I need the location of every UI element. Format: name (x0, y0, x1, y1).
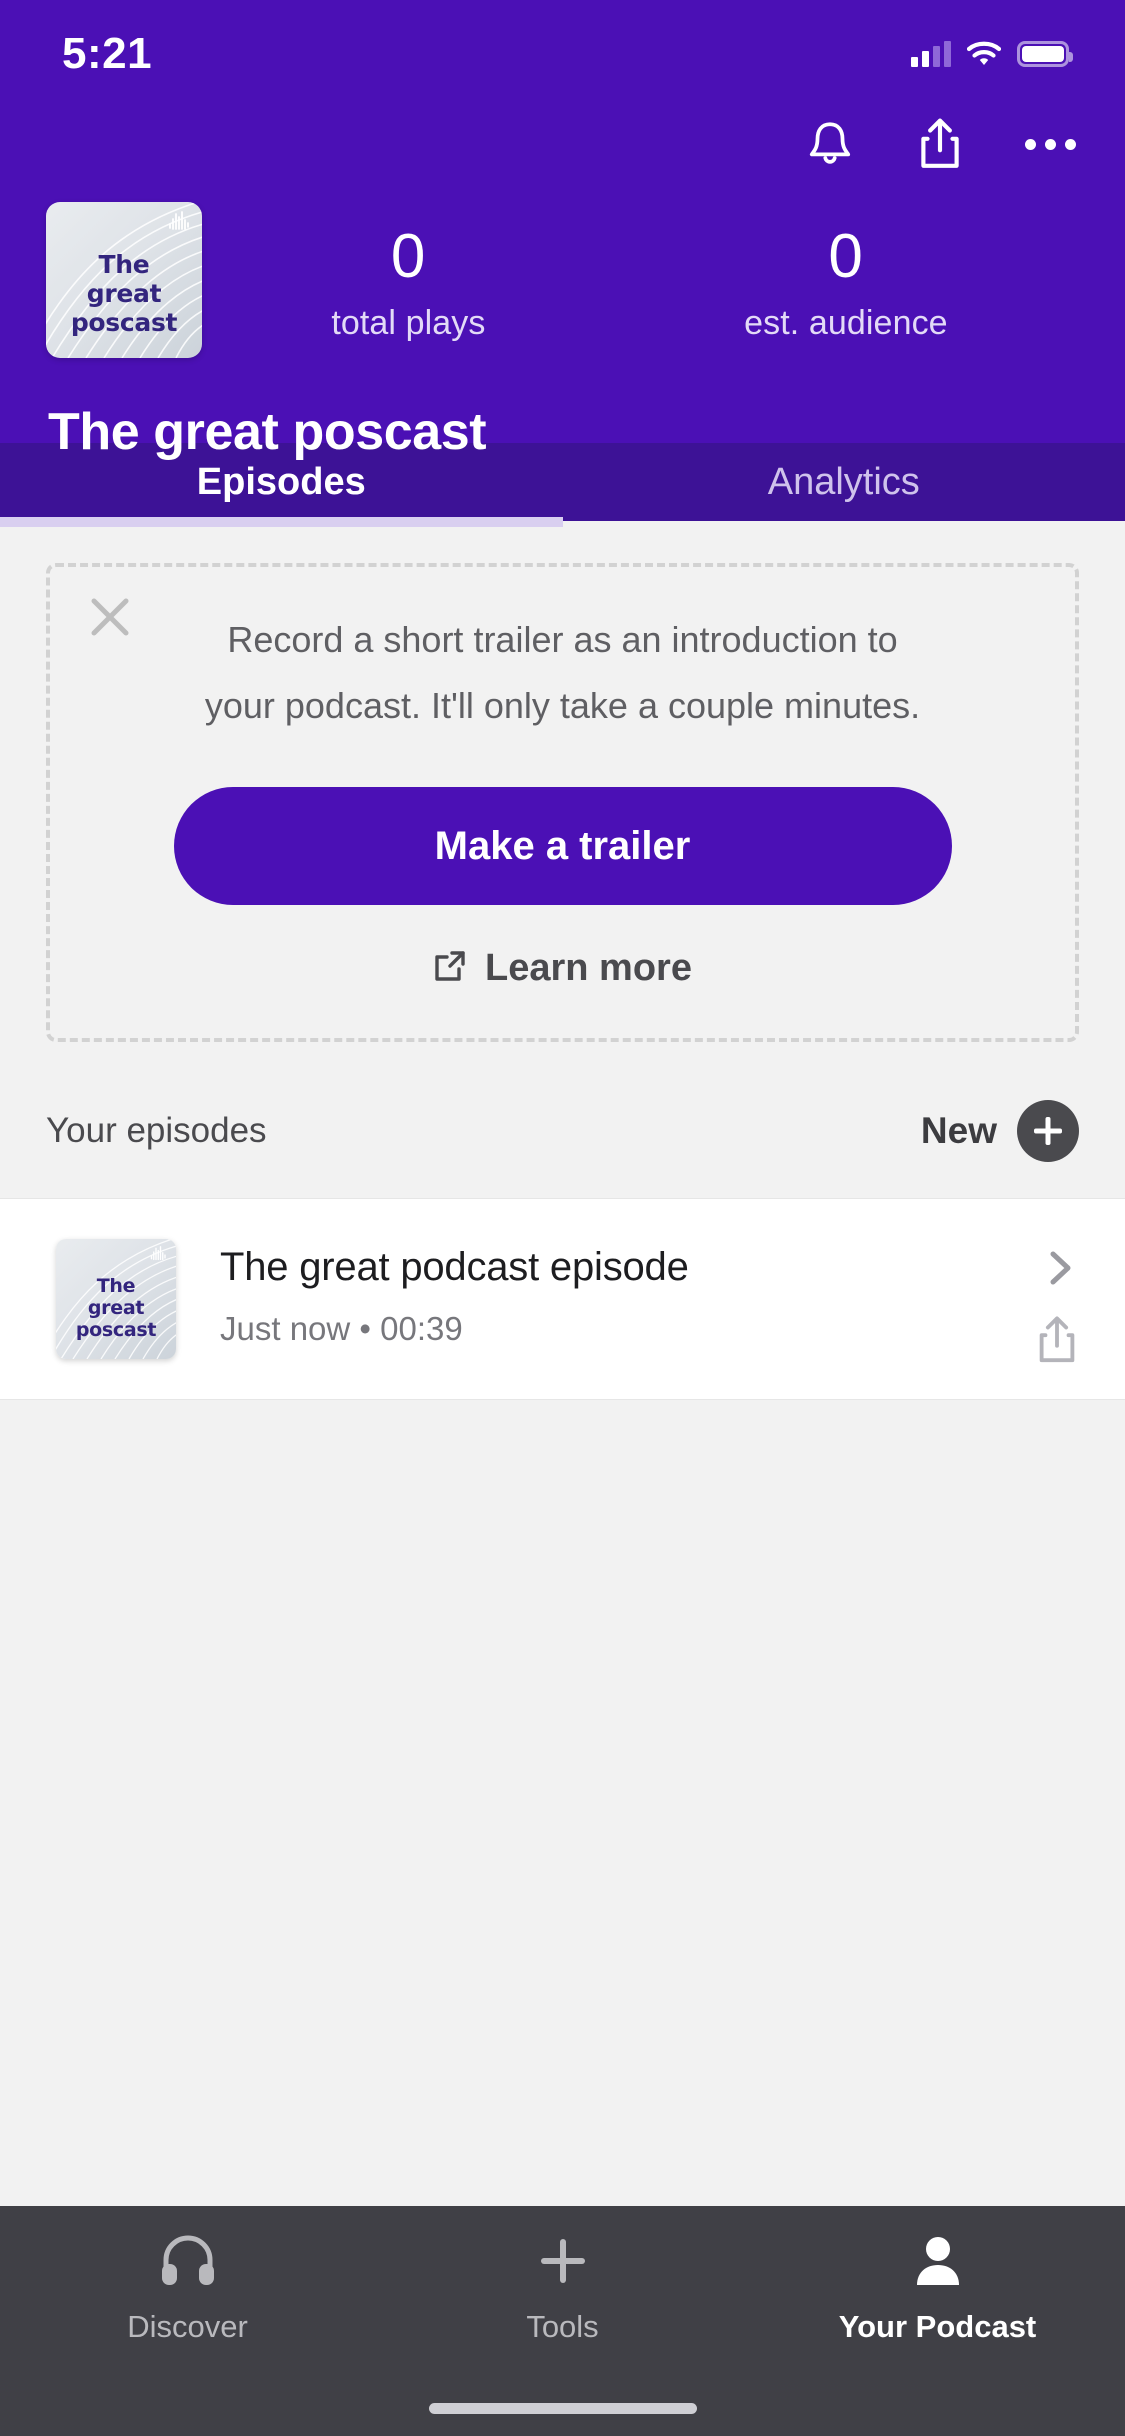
episode-cover-art: The great poscast (56, 1239, 176, 1359)
waveform-icon (150, 1246, 168, 1261)
stat-label: total plays (331, 304, 486, 342)
learn-more-label: Learn more (485, 947, 692, 989)
status-bar-indicators (911, 41, 1073, 67)
plus-icon (533, 2232, 593, 2293)
notifications-button[interactable] (801, 115, 859, 173)
stat-value: 0 (828, 222, 864, 291)
share-button[interactable] (911, 115, 969, 173)
podcast-stats: 0 total plays 0 est. audience (202, 202, 1077, 343)
nav-item-discover-label: Discover (127, 2309, 248, 2344)
trailer-description: Record a short trailer as an introductio… (108, 607, 1017, 739)
make-trailer-button[interactable]: Make a trailer (173, 787, 952, 905)
episode-info: The great podcast episode Just now • 00:… (176, 1239, 1085, 1348)
stat-value: 0 (390, 222, 426, 291)
headphones-icon (158, 2232, 218, 2293)
trailer-description-line1: Record a short trailer as an introductio… (227, 619, 898, 660)
episode-share-button[interactable] (1035, 1315, 1079, 1365)
learn-more-link[interactable]: Learn more (108, 947, 1017, 990)
podcast-header: 5:21 The great poscast 0 total plays 0 e… (0, 0, 1125, 461)
episode-list: The great poscast The great podcast epis… (0, 1198, 1125, 1400)
episode-meta: Just now • 00:39 (220, 1310, 463, 1347)
podcast-cover-art[interactable]: The great poscast (46, 202, 202, 358)
stat-total-plays: 0 total plays (331, 224, 485, 343)
nav-item-your-podcast[interactable]: Your Podcast (750, 2232, 1125, 2436)
tab-analytics[interactable]: Analytics (563, 443, 1125, 521)
overflow-menu-icon (1024, 138, 1076, 150)
external-link-icon (433, 949, 467, 988)
list-item[interactable]: The great poscast The great podcast epis… (0, 1199, 1125, 1399)
episode-cover-title: The great poscast (75, 1275, 157, 1341)
new-episode-label: New (920, 1110, 997, 1151)
stat-label: est. audience (744, 304, 948, 342)
status-bar-clock: 5:21 (62, 29, 153, 78)
nav-item-tools-label: Tools (526, 2309, 599, 2344)
tab-episodes-label: Episodes (196, 460, 366, 503)
plus-icon[interactable] (1017, 1100, 1079, 1162)
tab-episodes[interactable]: Episodes (0, 443, 563, 527)
cover-art-title: The great poscast (70, 250, 178, 337)
bottom-navigation: Discover Tools Your Podcast (0, 2206, 1125, 2436)
trailer-description-line2: your podcast. It'll only take a couple m… (204, 685, 921, 726)
stat-est-audience: 0 est. audience (744, 224, 948, 343)
status-bar: 5:21 (0, 0, 1125, 108)
new-episode-action[interactable]: New (921, 1100, 1079, 1162)
waveform-icon (168, 211, 192, 231)
trailer-promo-card: Record a short trailer as an introductio… (46, 563, 1079, 1042)
battery-icon (1017, 41, 1073, 67)
content-spacer (0, 1400, 1125, 1580)
chevron-right-icon[interactable] (1043, 1251, 1077, 1285)
main-content: Record a short trailer as an introductio… (0, 563, 1125, 1580)
tab-bar: Episodes Analytics (0, 443, 1125, 527)
more-options-button[interactable] (1021, 115, 1079, 173)
header-action-bar (0, 108, 1125, 180)
tab-analytics-label: Analytics (767, 460, 920, 503)
person-icon (908, 2232, 968, 2293)
episode-title: The great podcast episode (220, 1245, 689, 1289)
your-episodes-label: Your episodes (46, 1111, 267, 1150)
close-icon[interactable] (82, 589, 138, 645)
nav-item-your-podcast-label: Your Podcast (838, 2309, 1037, 2344)
cellular-signal-icon (911, 41, 951, 67)
wifi-icon (966, 41, 1002, 67)
podcast-summary-row: The great poscast 0 total plays 0 est. a… (0, 180, 1125, 358)
nav-item-discover[interactable]: Discover (0, 2232, 375, 2436)
home-indicator (428, 2403, 697, 2414)
your-episodes-header: Your episodes New (0, 1042, 1125, 1198)
